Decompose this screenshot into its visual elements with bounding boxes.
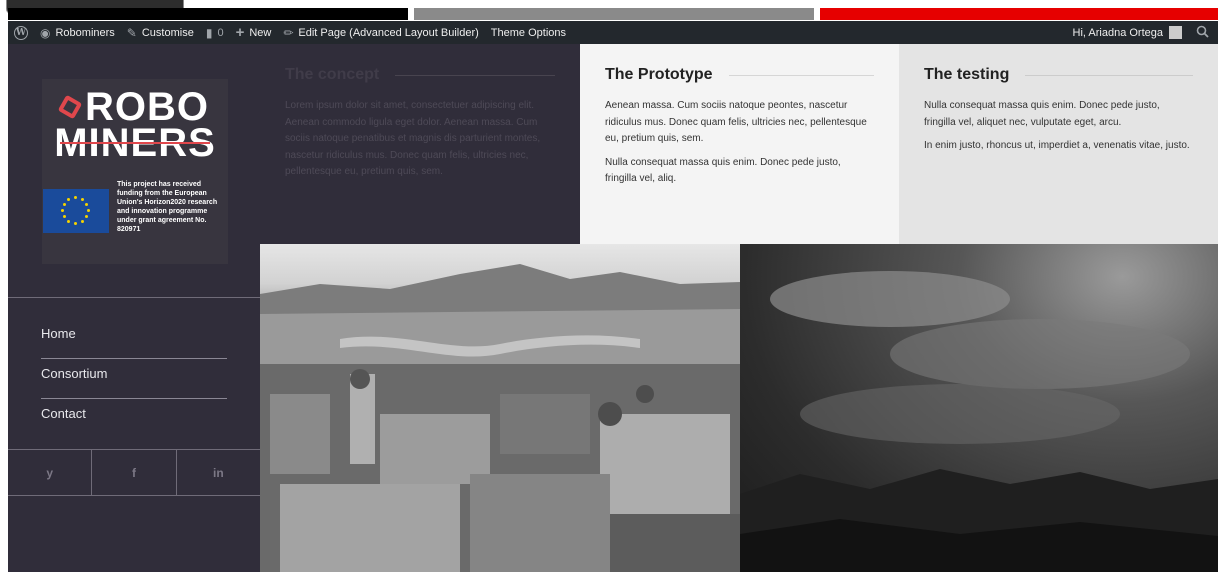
- column-body: Nulla consequat massa quis enim. Donec p…: [924, 98, 1193, 155]
- column-title: The concept: [285, 66, 380, 83]
- strip-segment-red: [820, 8, 1218, 20]
- site-name-link[interactable]: ◉ Robominers: [34, 21, 121, 44]
- dashboard-icon: ◉: [40, 25, 51, 40]
- sky-photo: [740, 244, 1218, 572]
- greeting: Hi, Ariadna Ortega: [1072, 26, 1164, 39]
- nav-item-contact[interactable]: Contact: [41, 399, 227, 439]
- title-rule: [1025, 74, 1193, 76]
- column-prototype: The Prototype Aenean massa. Cum sociis n…: [580, 44, 899, 244]
- facebook-icon[interactable]: f: [92, 450, 177, 495]
- paragraph: Aenean massa. Cum sociis natoque peontes…: [605, 100, 867, 144]
- logo[interactable]: ROBO MINERS This project has received fu…: [42, 79, 228, 264]
- linkedin-icon[interactable]: in: [177, 450, 260, 495]
- column-title: The testing: [924, 66, 1010, 83]
- paragraph: In enim justo, rhoncus ut, imperdiet a, …: [924, 140, 1190, 151]
- account-menu[interactable]: Hi, Ariadna Ortega: [1067, 21, 1189, 44]
- sidebar: ROBO MINERS This project has received fu…: [8, 44, 260, 572]
- sidebar-divider: [8, 297, 260, 298]
- site-name: Robominers: [55, 26, 115, 39]
- new-label: New: [249, 26, 272, 39]
- top-strip: [0, 0, 1218, 20]
- comments-link[interactable]: ▮ 0: [200, 21, 230, 44]
- edit-page-label: Edit Page (Advanced Layout Builder): [298, 26, 479, 39]
- avatar: [1169, 26, 1182, 39]
- admin-bar: W ◉ Robominers ✎ Customise ▮ 0 + New ✏ E…: [8, 21, 1218, 44]
- column-body: Lorem ipsum dolor sit amet, consectetuer…: [285, 98, 555, 181]
- title-rule: [395, 74, 555, 76]
- comments-count: 0: [217, 26, 224, 39]
- social-links: y f in: [8, 449, 260, 496]
- pencil-icon: ✏: [283, 25, 294, 40]
- customise-label: Customise: [141, 26, 194, 39]
- search-icon[interactable]: [1188, 25, 1218, 41]
- wordpress-icon: W: [14, 25, 28, 40]
- nav-item-consortium[interactable]: Consortium: [41, 359, 227, 399]
- eu-funding-text: This project has received funding from t…: [117, 181, 218, 233]
- admin-bar-right: Hi, Ariadna Ortega: [1067, 21, 1218, 44]
- column-title: The Prototype: [605, 66, 713, 83]
- theme-options-label: Theme Options: [490, 26, 566, 39]
- paragraph: Lorem ipsum dolor sit amet, consectetuer…: [285, 100, 541, 177]
- twitter-icon[interactable]: y: [8, 450, 93, 495]
- column-concept: The concept Lorem ipsum dolor sit amet, …: [260, 44, 580, 244]
- comment-icon: ▮: [205, 25, 213, 40]
- eu-flag-icon: [43, 189, 109, 233]
- wordpress-menu[interactable]: W: [8, 21, 34, 44]
- brush-icon: ✎: [126, 25, 137, 40]
- city-photo: [260, 244, 740, 572]
- title-rule: [728, 74, 874, 76]
- hexagon-icon: [57, 94, 83, 120]
- nav-item-home[interactable]: Home: [41, 319, 227, 359]
- strip-segment-gray: [414, 8, 814, 20]
- column-body: Aenean massa. Cum sociis natoque peontes…: [605, 98, 874, 188]
- paragraph: Nulla consequat massa quis enim. Donec p…: [605, 156, 841, 185]
- strip-segment-black: [8, 8, 408, 20]
- logo-accent-line: [60, 142, 210, 144]
- plus-icon: +: [235, 24, 245, 41]
- column-testing: The testing Nulla consequat massa quis e…: [899, 44, 1218, 244]
- paragraph: Nulla consequat massa quis enim. Donec p…: [924, 100, 1160, 128]
- customise-link[interactable]: ✎ Customise: [121, 21, 200, 44]
- new-content-link[interactable]: + New: [230, 21, 278, 44]
- theme-options-link[interactable]: Theme Options: [485, 21, 572, 44]
- main-nav: Home Consortium Contact: [41, 319, 227, 439]
- edit-page-link[interactable]: ✏ Edit Page (Advanced Layout Builder): [277, 21, 484, 44]
